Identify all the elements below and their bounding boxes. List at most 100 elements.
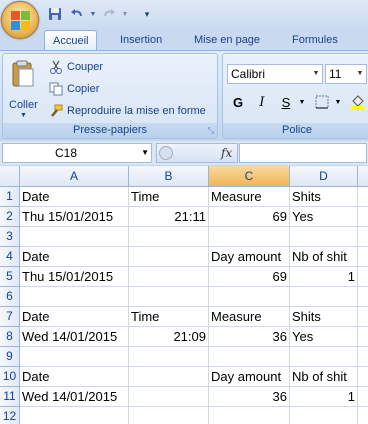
- column-header-a[interactable]: A: [20, 166, 129, 187]
- cell-a9[interactable]: [20, 347, 129, 367]
- cell-b11[interactable]: [129, 387, 209, 407]
- row-header-7[interactable]: 7: [0, 307, 20, 327]
- cell-d10[interactable]: Nb of shit: [290, 367, 358, 387]
- column-header-e[interactable]: [358, 166, 368, 187]
- cell-d3[interactable]: [290, 227, 358, 247]
- cell-c4[interactable]: Day amount: [209, 247, 290, 267]
- cell-e1[interactable]: [358, 187, 368, 207]
- cell-a4[interactable]: Date: [20, 247, 129, 267]
- row-header-9[interactable]: 9: [0, 347, 20, 367]
- cell-a5[interactable]: Thu 15/01/2015: [20, 267, 129, 287]
- cell-d6[interactable]: [290, 287, 358, 307]
- cell-a8[interactable]: Wed 14/01/2015: [20, 327, 129, 347]
- borders-icon[interactable]: [311, 92, 333, 112]
- cell-e4[interactable]: [358, 247, 368, 267]
- cell-b8[interactable]: 21:09: [129, 327, 209, 347]
- formula-bar-handle-icon[interactable]: [159, 146, 173, 160]
- cell-b3[interactable]: [129, 227, 209, 247]
- formula-input[interactable]: [239, 143, 367, 163]
- cell-b4[interactable]: [129, 247, 209, 267]
- column-header-d[interactable]: D: [290, 166, 358, 187]
- row-header-10[interactable]: 10: [0, 367, 20, 387]
- column-header-b[interactable]: B: [129, 166, 209, 187]
- cell-d7[interactable]: Shits: [290, 307, 358, 327]
- redo-dropdown-icon[interactable]: ▼: [116, 5, 134, 23]
- cell-b2[interactable]: 21:11: [129, 207, 209, 227]
- cell-b1[interactable]: Time: [129, 187, 209, 207]
- cell-c7[interactable]: Measure: [209, 307, 290, 327]
- save-icon[interactable]: [46, 5, 64, 23]
- cut-button[interactable]: Couper: [49, 58, 103, 76]
- cell-e9[interactable]: [358, 347, 368, 367]
- customize-icon[interactable]: ▾: [138, 5, 156, 23]
- font-name-dropdown-icon[interactable]: ▼: [310, 65, 322, 83]
- cell-d12[interactable]: [290, 407, 358, 424]
- cell-c11[interactable]: 36: [209, 387, 290, 407]
- cell-a10[interactable]: Date: [20, 367, 129, 387]
- cell-e11[interactable]: [358, 387, 368, 407]
- cell-a7[interactable]: Date: [20, 307, 129, 327]
- format-painter-button[interactable]: Reproduire la mise en forme: [49, 102, 206, 120]
- cell-e2[interactable]: [358, 207, 368, 227]
- cell-a3[interactable]: [20, 227, 129, 247]
- row-header-2[interactable]: 2: [0, 207, 20, 227]
- tab-formules[interactable]: Formules: [292, 30, 338, 50]
- paste-button[interactable]: Coller ▼: [9, 58, 38, 119]
- italic-button[interactable]: I: [251, 92, 273, 112]
- cell-e12[interactable]: [358, 407, 368, 424]
- row-header-4[interactable]: 4: [0, 247, 20, 267]
- cell-d4[interactable]: Nb of shit: [290, 247, 358, 267]
- cell-d9[interactable]: [290, 347, 358, 367]
- cell-d8[interactable]: Yes: [290, 327, 358, 347]
- font-name-select[interactable]: Calibri ▼: [227, 64, 323, 84]
- insert-function-button[interactable]: fx: [221, 144, 232, 162]
- cell-e7[interactable]: [358, 307, 368, 327]
- name-box-dropdown-icon[interactable]: ▼: [141, 144, 149, 162]
- cell-c8[interactable]: 36: [209, 327, 290, 347]
- borders-dropdown-icon[interactable]: ▼: [333, 92, 343, 112]
- cell-a12[interactable]: [20, 407, 129, 424]
- cell-b5[interactable]: [129, 267, 209, 287]
- name-box[interactable]: C18 ▼: [2, 143, 152, 163]
- tab-accueil[interactable]: Accueil: [44, 30, 98, 50]
- cell-e6[interactable]: [358, 287, 368, 307]
- bold-button[interactable]: G: [227, 92, 249, 112]
- row-header-12[interactable]: 12: [0, 407, 20, 424]
- cell-b12[interactable]: [129, 407, 209, 424]
- cell-c2[interactable]: 69: [209, 207, 290, 227]
- row-header-6[interactable]: 6: [0, 287, 20, 307]
- cell-c10[interactable]: Day amount: [209, 367, 290, 387]
- font-size-select[interactable]: 11 ▼: [325, 64, 367, 84]
- cell-c3[interactable]: [209, 227, 290, 247]
- cell-c1[interactable]: Measure: [209, 187, 290, 207]
- cell-b6[interactable]: [129, 287, 209, 307]
- cell-c6[interactable]: [209, 287, 290, 307]
- cell-e3[interactable]: [358, 227, 368, 247]
- row-header-11[interactable]: 11: [0, 387, 20, 407]
- cell-e8[interactable]: [358, 327, 368, 347]
- cell-c12[interactable]: [209, 407, 290, 424]
- cell-d1[interactable]: Shits: [290, 187, 358, 207]
- cell-a11[interactable]: Wed 14/01/2015: [20, 387, 129, 407]
- row-header-1[interactable]: 1: [0, 187, 20, 207]
- underline-dropdown-icon[interactable]: ▼: [297, 92, 307, 112]
- cell-b10[interactable]: [129, 367, 209, 387]
- row-header-5[interactable]: 5: [0, 267, 20, 287]
- font-size-dropdown-icon[interactable]: ▼: [354, 65, 366, 83]
- underline-button[interactable]: S: [275, 92, 297, 112]
- dialog-launcher-icon[interactable]: ⤡: [208, 126, 214, 136]
- tab-mise-en-page[interactable]: Mise en page: [194, 30, 260, 50]
- cell-d2[interactable]: Yes: [290, 207, 358, 227]
- column-header-c[interactable]: C: [209, 166, 290, 187]
- cell-e5[interactable]: [358, 267, 368, 287]
- row-header-3[interactable]: 3: [0, 227, 20, 247]
- cell-a6[interactable]: [20, 287, 129, 307]
- cell-d5[interactable]: 1: [290, 267, 358, 287]
- cell-e10[interactable]: [358, 367, 368, 387]
- cell-c5[interactable]: 69: [209, 267, 290, 287]
- fill-color-icon[interactable]: [347, 92, 368, 112]
- cell-a1[interactable]: Date: [20, 187, 129, 207]
- office-button[interactable]: [1, 1, 39, 39]
- row-header-8[interactable]: 8: [0, 327, 20, 347]
- cell-a2[interactable]: Thu 15/01/2015: [20, 207, 129, 227]
